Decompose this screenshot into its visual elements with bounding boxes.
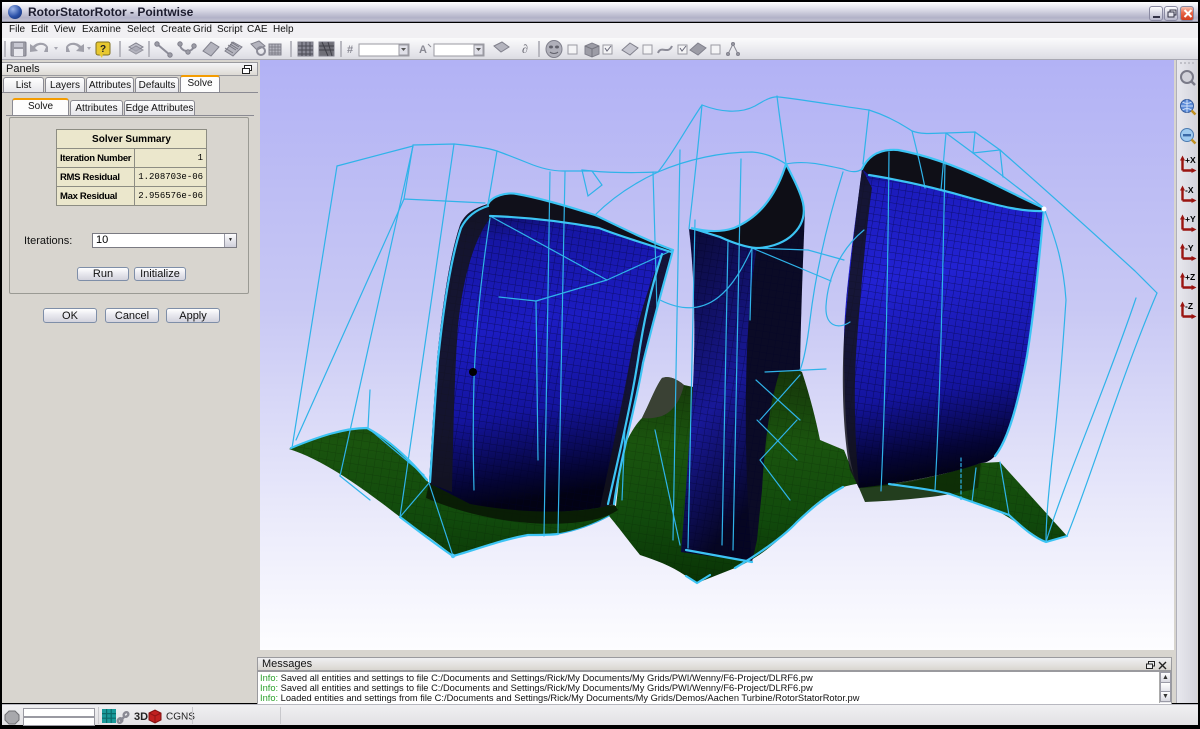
svg-text:+Y: +Y xyxy=(1185,214,1196,224)
svg-text:CGNS: CGNS xyxy=(166,712,195,723)
svg-text:?: ? xyxy=(100,44,106,55)
svg-text:+Z: +Z xyxy=(1185,272,1195,282)
svg-text:-Z: -Z xyxy=(1185,301,1193,311)
svg-text:-X: -X xyxy=(1185,185,1194,195)
svg-text:#: # xyxy=(347,44,353,56)
svg-text:3D: 3D xyxy=(134,711,148,723)
svg-text:A: A xyxy=(419,44,427,56)
svg-text:∂: ∂ xyxy=(522,42,528,56)
svg-text:+X: +X xyxy=(1185,155,1196,165)
svg-text:-Y: -Y xyxy=(1185,243,1194,253)
